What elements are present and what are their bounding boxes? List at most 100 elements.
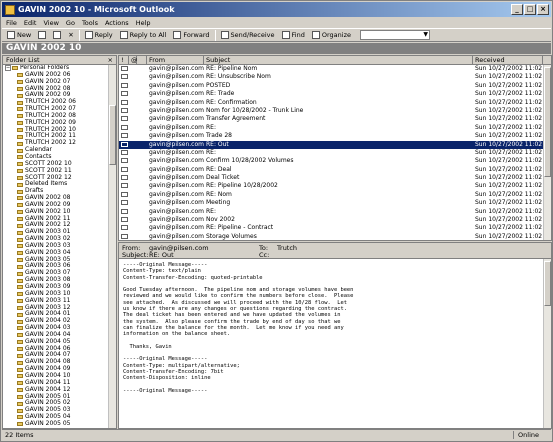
flag-cell[interactable] (137, 199, 147, 207)
flag-cell[interactable] (137, 115, 147, 123)
message-row[interactable]: gavin@pilsen.com Storage Volumes Sun 10/27… (119, 233, 551, 240)
col-importance[interactable]: ! (119, 56, 129, 64)
message-row[interactable]: gavin@pilsen.com RE: Pipeline - Contract S… (119, 224, 551, 232)
menu-go[interactable]: Go (66, 19, 75, 27)
flag-cell[interactable] (137, 73, 147, 81)
organize-button[interactable]: Organize (310, 30, 353, 41)
flag-cell[interactable] (137, 132, 147, 140)
attachment-cell (129, 233, 137, 240)
delete-button[interactable]: ✕ (66, 30, 75, 41)
envelope-icon (121, 200, 128, 206)
subject-cell: RE: (206, 123, 216, 131)
folder-list-scrollbar[interactable] (108, 65, 116, 428)
folder-item[interactable]: GAVIN 2005 05 (3, 420, 109, 428)
forward-button[interactable]: Forward (171, 30, 211, 41)
print-button[interactable] (36, 30, 48, 41)
reply-button[interactable]: Reply (83, 30, 115, 41)
flag-cell[interactable] (137, 124, 147, 132)
flag-cell[interactable] (137, 82, 147, 90)
message-row[interactable]: gavin@pilsen.com RE: Nom Sun 10/27/2002 11… (119, 191, 551, 199)
subject-cell: RE: Nom (206, 190, 232, 198)
flag-cell[interactable] (137, 216, 147, 224)
col-subject[interactable]: Subject (204, 56, 473, 64)
menu-actions[interactable]: Actions (105, 19, 129, 27)
message-row[interactable]: gavin@pilsen.com Transfer Agreement Sun 10… (119, 115, 551, 123)
message-row[interactable]: gavin@pilsen.com RE: Trade Sun 10/27/2002 … (119, 90, 551, 98)
flag-cell[interactable] (137, 174, 147, 182)
reading-pane-scrollbar[interactable] (543, 259, 551, 428)
find-button[interactable]: Find (280, 30, 307, 41)
flag-cell[interactable] (137, 233, 147, 240)
menu-view[interactable]: View (43, 19, 58, 27)
send-receive-icon (220, 31, 229, 39)
message-row[interactable]: gavin@pilsen.com RE: Sun 10/27/2002 11:02 … (119, 208, 551, 216)
flag-cell[interactable] (137, 182, 147, 190)
scroll-thumb[interactable] (544, 261, 551, 306)
message-row[interactable]: gavin@pilsen.com RE: Confirmation Sun 10/2… (119, 99, 551, 107)
flag-cell[interactable] (137, 65, 147, 73)
message-row[interactable]: gavin@pilsen.com RE: Out Sun 10/27/2002 11… (119, 140, 551, 149)
message-row[interactable]: gavin@pilsen.com RE: Pipeline Nom Sun 10/2… (119, 65, 551, 73)
flag-cell[interactable] (137, 166, 147, 174)
from-cell: gavin@pilsen.com (149, 90, 204, 98)
message-row[interactable]: gavin@pilsen.com RE: Deal Sun 10/27/2002 1… (119, 166, 551, 174)
flag-cell[interactable] (137, 157, 147, 165)
message-list-scrollbar[interactable] (543, 65, 551, 240)
col-attachment[interactable]: @ (129, 56, 138, 64)
col-flag[interactable] (137, 56, 147, 64)
col-received[interactable]: Received (473, 56, 543, 64)
col-from[interactable]: From (147, 56, 204, 64)
received-cell: Sun 10/27/2002 11:02 ... (475, 98, 543, 106)
flag-cell[interactable] (137, 149, 147, 157)
message-row[interactable]: gavin@pilsen.com Confirm 10/28/2002 Volum… (119, 157, 551, 165)
address-book-combo[interactable] (359, 30, 430, 40)
send-receive-button[interactable]: Send/Receive (219, 30, 277, 41)
collapse-icon[interactable]: − (5, 65, 11, 72)
folder-list-header: Folder List × (3, 56, 116, 65)
flag-cell[interactable] (137, 99, 147, 107)
envelope-cell (119, 141, 129, 149)
envelope-icon (121, 191, 128, 197)
message-row[interactable]: gavin@pilsen.com Meeting Sun 10/27/2002 11… (119, 199, 551, 207)
folder-item[interactable]: TRUTCH 2002 12 (3, 139, 109, 147)
flag-cell[interactable] (137, 191, 147, 199)
minimize-button[interactable]: _ (511, 4, 523, 15)
message-row[interactable]: gavin@pilsen.com RE: Pipeline 10/28/2002 S… (119, 182, 551, 190)
menu-help[interactable]: Help (136, 19, 151, 27)
envelope-cell (119, 191, 129, 199)
folder-list-close-icon[interactable]: × (108, 56, 116, 64)
reply-icon (84, 31, 93, 39)
flag-cell[interactable] (137, 107, 147, 115)
maximize-button[interactable]: □ (524, 4, 536, 15)
message-row[interactable]: gavin@pilsen.com Deal Ticket Sun 10/27/200… (119, 174, 551, 182)
new-button[interactable]: New (5, 30, 33, 41)
scroll-thumb[interactable] (544, 67, 551, 177)
folder-item[interactable]: Calendar (3, 146, 109, 154)
message-row[interactable]: gavin@pilsen.com Trade 28 Sun 10/27/2002 1… (119, 132, 551, 140)
flag-cell[interactable] (137, 208, 147, 216)
menu-tools[interactable]: Tools (82, 19, 98, 27)
move-button[interactable] (51, 30, 63, 41)
flag-cell[interactable] (137, 90, 147, 98)
message-row[interactable]: gavin@pilsen.com POSTED Sun 10/27/2002 11:… (119, 82, 551, 90)
close-button[interactable]: × (537, 4, 549, 15)
menu-edit[interactable]: Edit (24, 19, 37, 27)
reply-all-button[interactable]: Reply to All (118, 30, 169, 41)
flag-cell[interactable] (137, 224, 147, 232)
message-row[interactable]: gavin@pilsen.com Nov 2002 Sun 10/27/2002 1… (119, 216, 551, 224)
folder-list-title: Folder List (6, 56, 40, 64)
message-row[interactable]: gavin@pilsen.com RE: Sun 10/27/2002 11:02 … (119, 124, 551, 132)
subject-cell: Trade 28 (206, 132, 232, 140)
envelope-icon (121, 133, 128, 139)
from-cell: gavin@pilsen.com (149, 98, 204, 106)
menu-file[interactable]: File (6, 19, 17, 27)
attachment-cell (129, 141, 137, 149)
received-cell: Sun 10/27/2002 11:02 ... (475, 182, 543, 190)
message-row[interactable]: gavin@pilsen.com RE: Unsubscribe Nom Sun 1… (119, 73, 551, 81)
scroll-thumb[interactable] (109, 105, 116, 165)
message-row[interactable]: gavin@pilsen.com RE: Sun 10/27/2002 11:02 … (119, 149, 551, 157)
folder-item[interactable]: Deleted Items (3, 180, 109, 188)
message-row[interactable]: gavin@pilsen.com Nom for 10/28/2002 - Tru… (119, 107, 551, 115)
flag-cell[interactable] (137, 141, 147, 149)
subject-cell: RE: Pipeline - Contract (206, 224, 274, 232)
